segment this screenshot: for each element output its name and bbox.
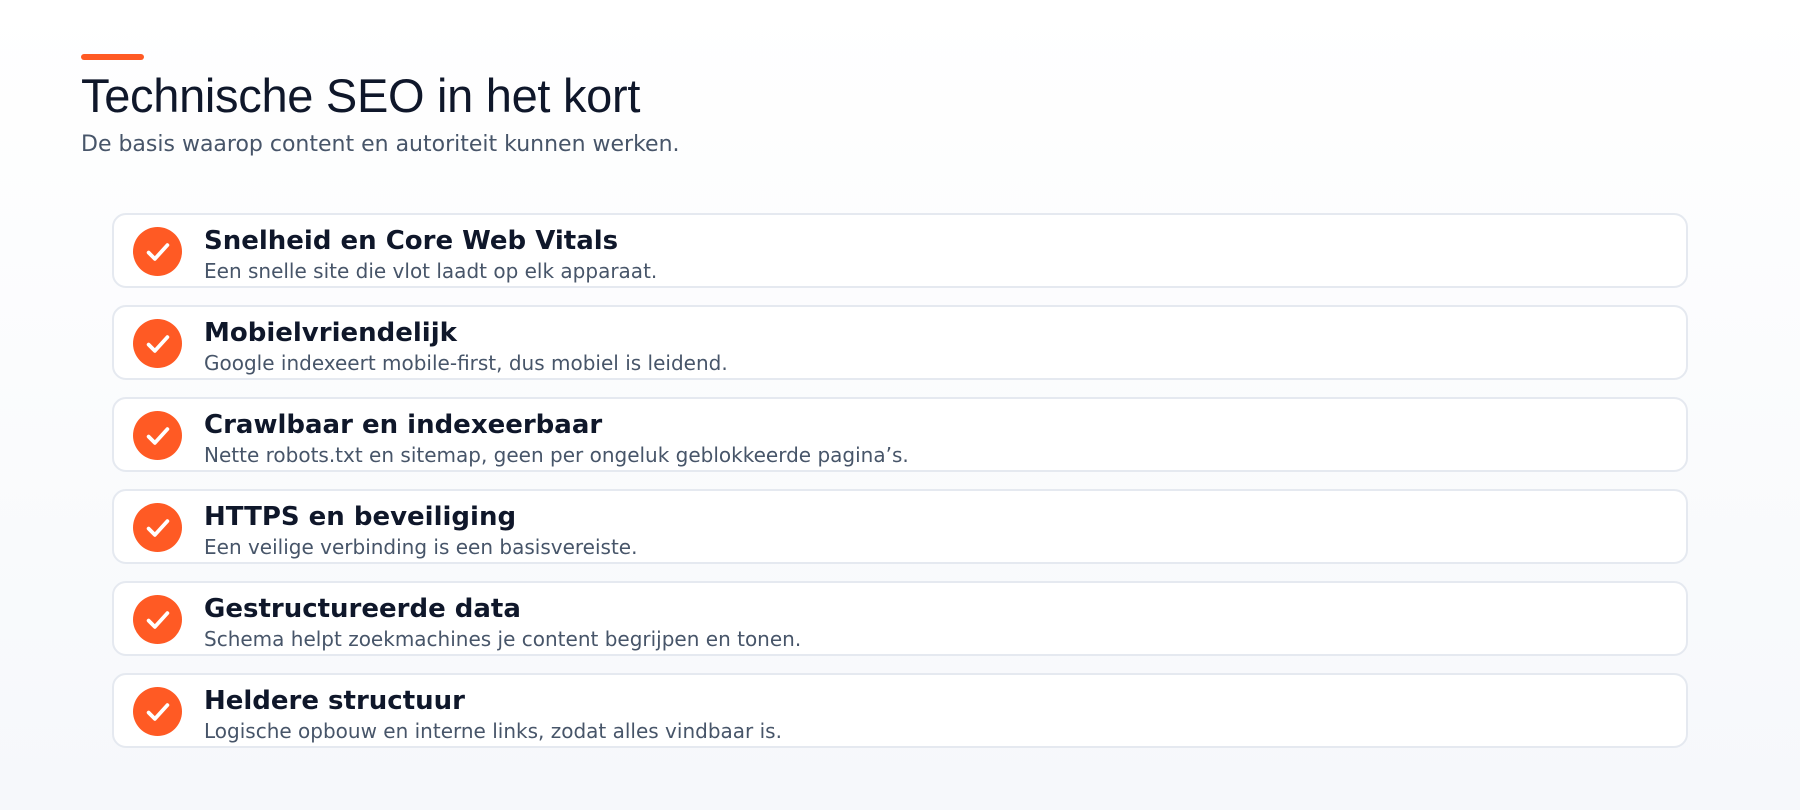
checklist-item-description: Nette robots.txt en sitemap, geen per on… (204, 443, 909, 467)
check-circle-icon (133, 319, 182, 368)
checklist-item-description: Een veilige verbinding is een basisverei… (204, 535, 638, 559)
checklist-item-speed: Snelheid en Core Web Vitals Een snelle s… (112, 213, 1688, 288)
checklist-item-crawlable: Crawlbaar en indexeerbaar Nette robots.t… (112, 397, 1688, 472)
checklist-item-structure: Heldere structuur Logische opbouw en int… (112, 673, 1688, 748)
check-circle-icon (133, 227, 182, 276)
checklist-item-title: Heldere structuur (204, 686, 465, 716)
checklist-item-description: Schema helpt zoekmachines je content beg… (204, 627, 802, 651)
checklist-item-title: Gestructureerde data (204, 594, 521, 624)
checklist-item-description: Een snelle site die vlot laadt op elk ap… (204, 259, 658, 283)
checklist: Snelheid en Core Web Vitals Een snelle s… (112, 213, 1688, 765)
checklist-item-title: Mobielvriendelijk (204, 318, 457, 348)
checklist-item-description: Logische opbouw en interne links, zodat … (204, 719, 782, 743)
check-circle-icon (133, 503, 182, 552)
checklist-item-mobile: Mobielvriendelijk Google indexeert mobil… (112, 305, 1688, 380)
page-title: Technische SEO in het kort (81, 69, 641, 122)
accent-bar (81, 54, 144, 60)
checklist-item-title: Snelheid en Core Web Vitals (204, 226, 619, 256)
checklist-item-https: HTTPS en beveiliging Een veilige verbind… (112, 489, 1688, 564)
check-circle-icon (133, 411, 182, 460)
checklist-item-structured-data: Gestructureerde data Schema helpt zoekma… (112, 581, 1688, 656)
checklist-item-title: HTTPS en beveiliging (204, 502, 517, 532)
check-circle-icon (133, 687, 182, 736)
page-subtitle: De basis waarop content en autoriteit ku… (81, 132, 680, 157)
check-circle-icon (133, 595, 182, 644)
checklist-item-title: Crawlbaar en indexeerbaar (204, 410, 603, 440)
checklist-item-description: Google indexeert mobile-first, dus mobie… (204, 351, 728, 375)
